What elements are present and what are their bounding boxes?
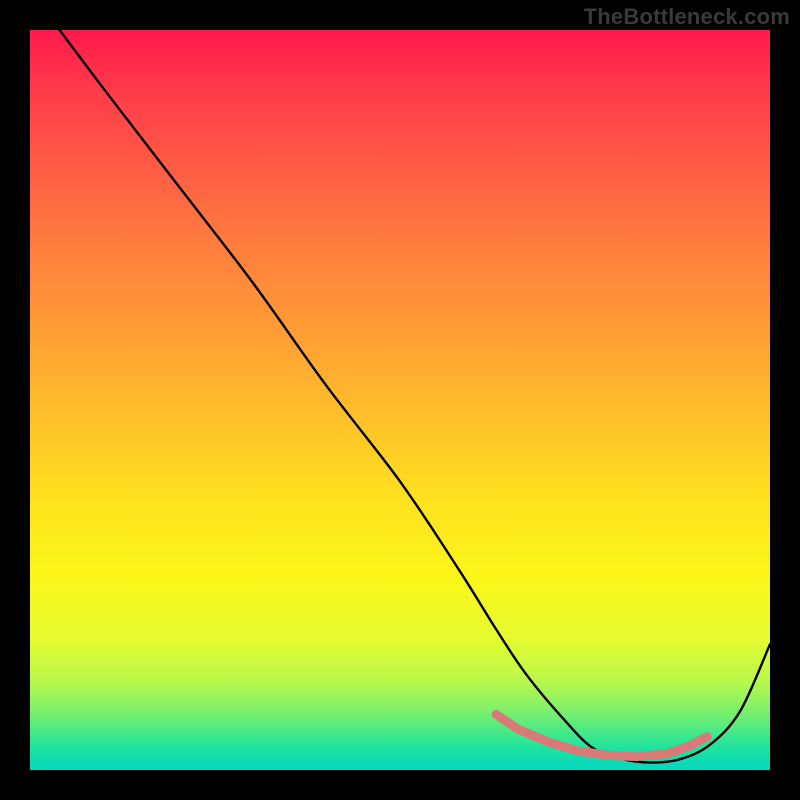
plot-area	[30, 30, 770, 770]
marker-dot	[703, 732, 712, 741]
marker-dot	[603, 751, 612, 760]
marker-dot	[492, 710, 501, 719]
marker-segment	[611, 755, 634, 756]
recommended-range-markers	[30, 30, 770, 770]
marker-dot	[573, 746, 582, 755]
marker-segment	[551, 743, 574, 750]
watermark-text: TheBottleneck.com	[584, 4, 790, 30]
marker-dot	[662, 749, 671, 758]
marker-dot	[684, 742, 693, 751]
marker-segment	[499, 716, 515, 727]
marker-segment	[522, 731, 545, 741]
marker-dot	[632, 752, 641, 761]
marker-segment	[670, 747, 686, 752]
marker-dot	[514, 725, 523, 734]
marker-dot	[543, 737, 552, 746]
marker-segment	[692, 738, 704, 744]
marker-segment	[581, 751, 604, 754]
chart-frame: TheBottleneck.com	[0, 0, 800, 800]
marker-segment	[640, 754, 663, 756]
